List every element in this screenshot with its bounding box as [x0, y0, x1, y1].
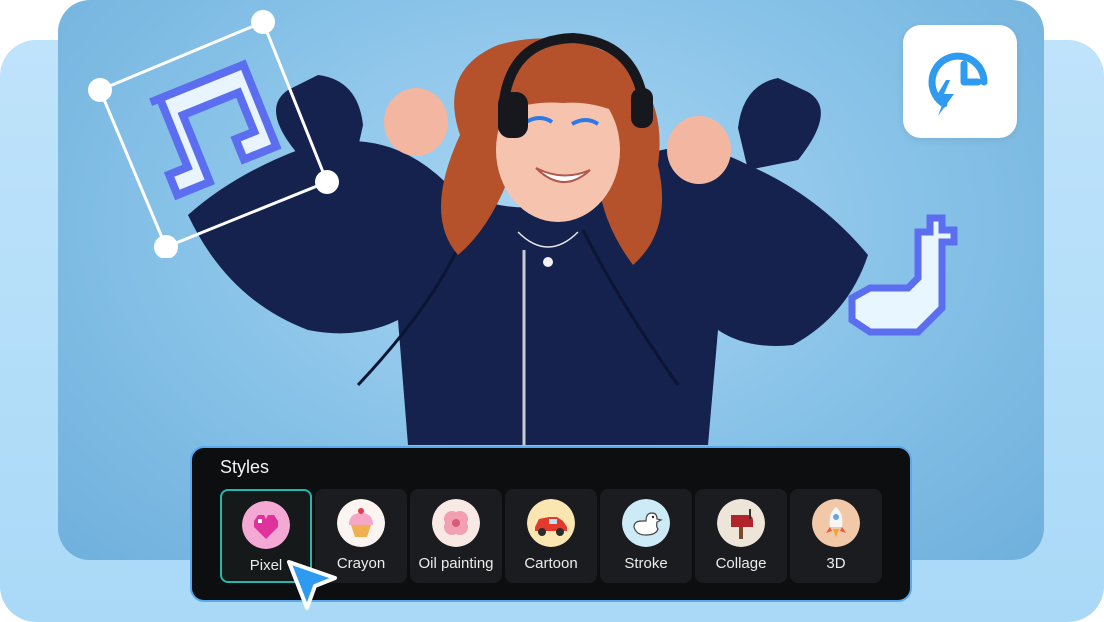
cursor-arrow-icon: [287, 560, 337, 610]
resize-handle[interactable]: [154, 235, 178, 258]
pixel-music-note-icon: [848, 214, 958, 336]
duck-icon: [622, 499, 670, 547]
style-option-label: Stroke: [624, 555, 668, 572]
resize-handle[interactable]: [251, 10, 275, 34]
lightning-clock-icon: [928, 52, 988, 116]
style-option-stroke[interactable]: Stroke: [600, 489, 692, 583]
red-car-icon: [527, 499, 575, 547]
style-option-collage[interactable]: Collage: [695, 489, 787, 583]
flower-icon: [432, 499, 480, 547]
pixel-heart-icon: [242, 501, 290, 549]
cupcake-icon: [337, 499, 385, 547]
style-option-3d[interactable]: 3D: [790, 489, 882, 583]
style-option-oil-painting[interactable]: Oil painting: [410, 489, 502, 583]
style-option-label: 3D: [826, 555, 846, 572]
pixel-music-note-icon: [149, 59, 282, 201]
style-option-cartoon[interactable]: Cartoon: [505, 489, 597, 583]
style-option-label: Cartoon: [524, 555, 578, 572]
style-option-label: Oil painting: [418, 555, 494, 572]
resize-handle[interactable]: [315, 170, 339, 194]
style-option-label: Collage: [715, 555, 767, 572]
promo-stage: Styles Pixel Crayon Oil painting Cartoon…: [0, 0, 1104, 622]
styles-panel-title: Styles: [220, 457, 270, 477]
speed-badge: [903, 25, 1017, 138]
mailbox-icon: [717, 499, 765, 547]
transform-selection[interactable]: [80, 8, 350, 258]
resize-handle[interactable]: [88, 78, 112, 102]
rocket-icon: [812, 499, 860, 547]
